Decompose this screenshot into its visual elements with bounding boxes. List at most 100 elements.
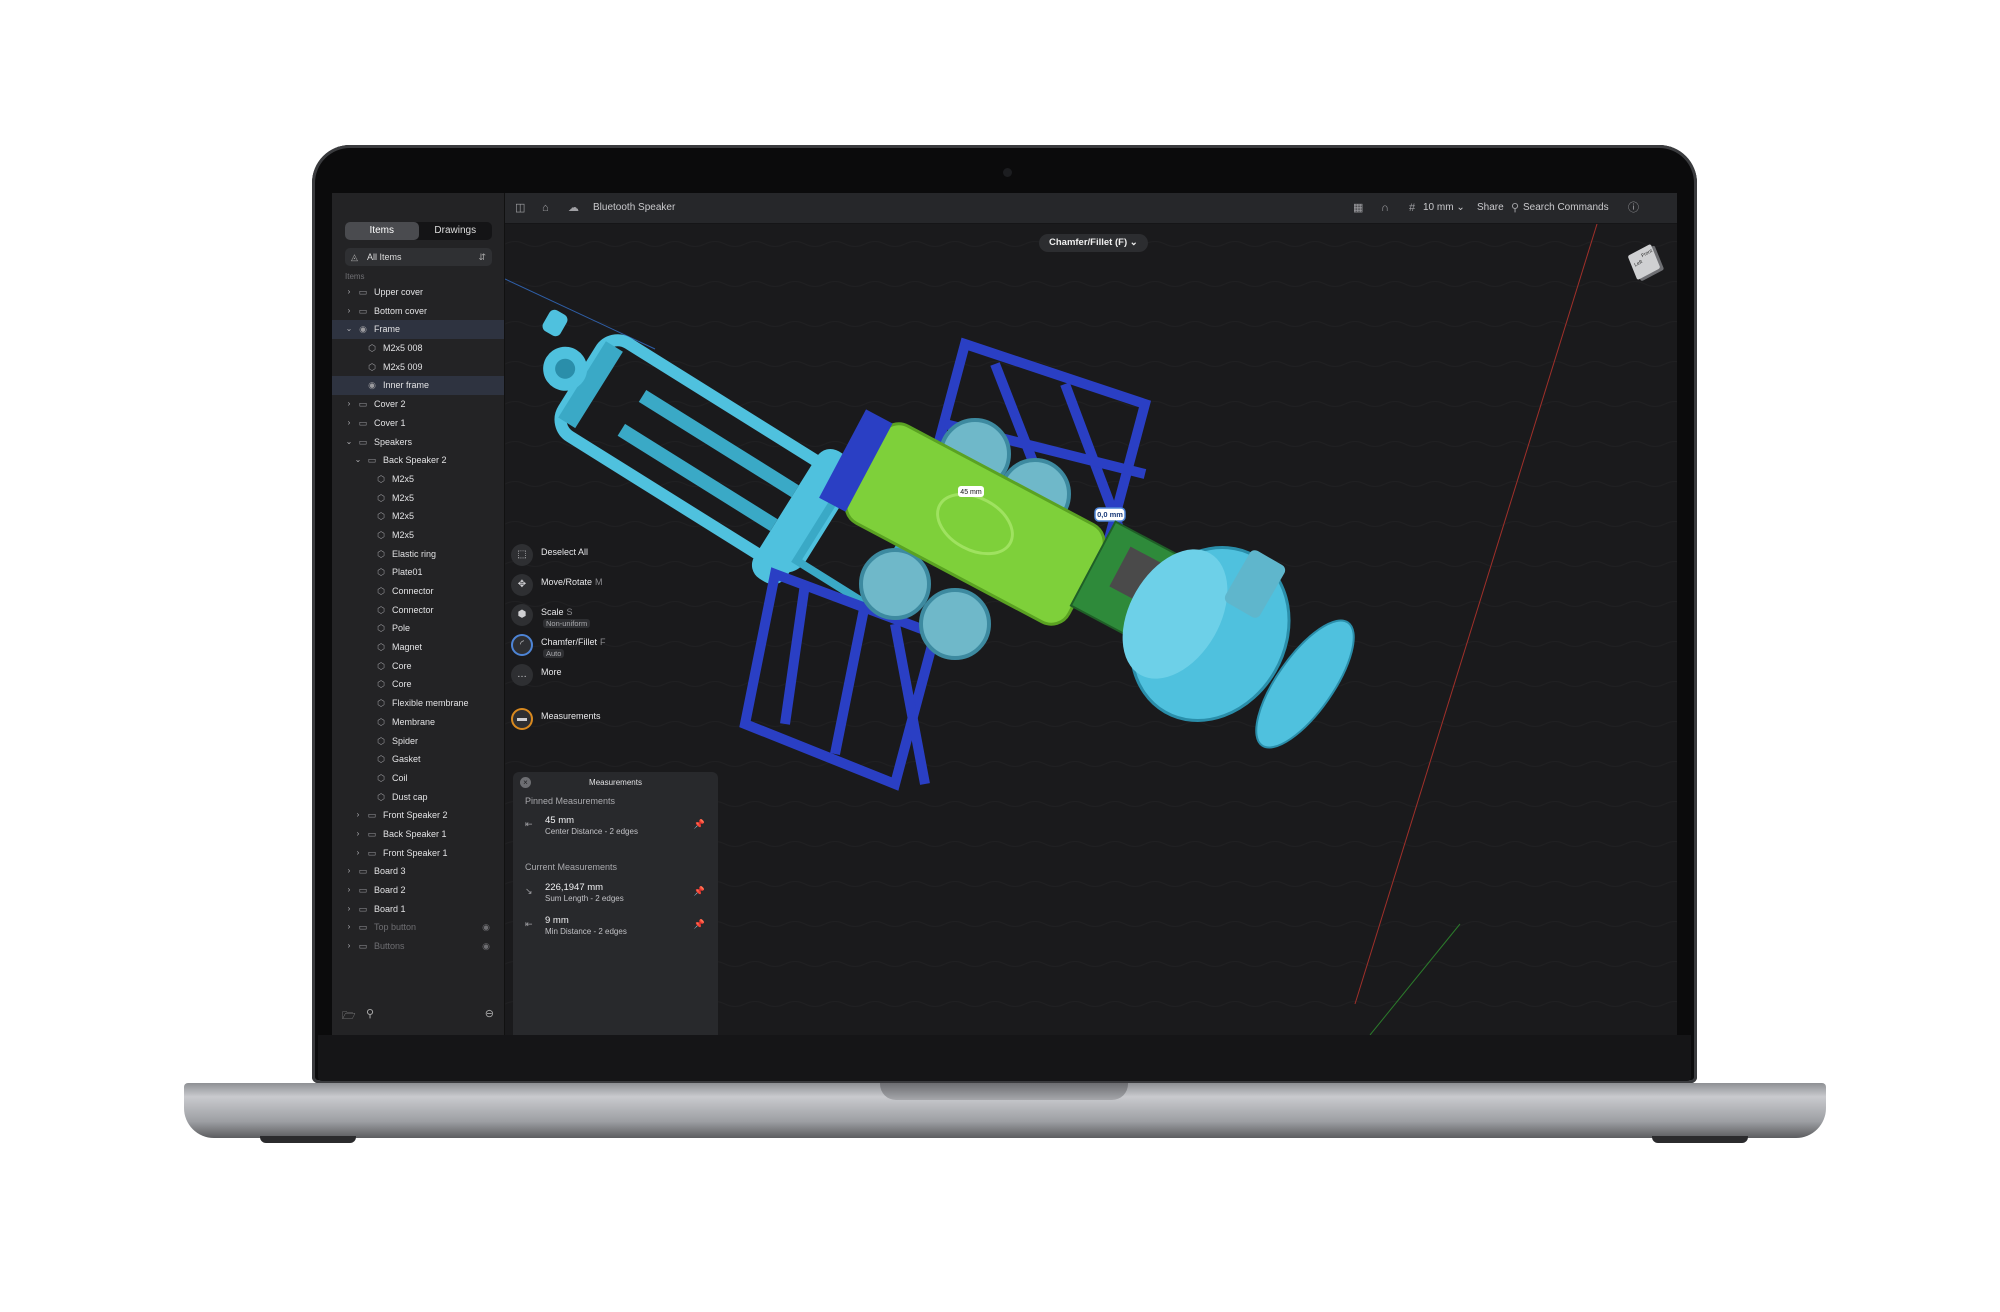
collapse-icon[interactable]: ⊖ — [485, 1007, 494, 1020]
chevron-down-icon[interactable]: ⌄ — [345, 433, 353, 452]
part-icon: ⬡ — [377, 586, 385, 596]
home-icon[interactable]: ⌂ — [542, 193, 549, 223]
tree-item[interactable]: ⬡ Flexible membrane — [332, 694, 504, 713]
tree-item[interactable]: ⬡ Core — [332, 675, 504, 694]
tree-item[interactable]: ⬡ Membrane — [332, 713, 504, 732]
tree-item[interactable]: ⬡ M2x5 — [332, 526, 504, 545]
help-icon[interactable]: ⓘ — [1628, 193, 1639, 223]
chevron-right-icon[interactable]: › — [354, 806, 362, 825]
tree-item[interactable]: › ▭ Board 3 — [332, 862, 504, 881]
tool-more[interactable]: … More — [511, 662, 671, 692]
tool-scale[interactable]: ⬢ Scale S Non-uniform — [511, 602, 671, 632]
tree-item[interactable]: › ▭ Front Speaker 1 — [332, 844, 504, 863]
active-tool-indicator[interactable]: Chamfer/Fillet (F) ⌄ — [1039, 234, 1148, 252]
sidebar-footer: 🗁 ⚲ ⊖ — [342, 1007, 494, 1022]
folder-icon: ▭ — [358, 417, 368, 428]
new-folder-icon[interactable]: 🗁 — [342, 1007, 356, 1026]
tree-item[interactable]: ⬡ Gasket — [332, 750, 504, 769]
chevron-right-icon[interactable]: › — [354, 844, 362, 863]
tree-item[interactable]: › ▭ Cover 1 — [332, 414, 504, 433]
tree-item[interactable]: ⬡ Pole — [332, 619, 504, 638]
app-screen: Items Drawings ◬ All Items ⇵ Items › ▭ Upp… — [332, 193, 1677, 1035]
chevron-right-icon[interactable]: › — [354, 825, 362, 844]
sidebar-toggle-icon[interactable]: ◫ — [515, 193, 525, 223]
tree-item[interactable]: › ▭ Upper cover — [332, 283, 504, 302]
tree-item[interactable]: ⬡ Core — [332, 657, 504, 676]
tree-item[interactable]: › ▭ Board 2 — [332, 881, 504, 900]
measurement-value: 9 mm — [545, 915, 569, 926]
tree-item-label: M2x5 — [392, 529, 415, 540]
magnet-icon[interactable]: ∩ — [1381, 193, 1389, 223]
folder-icon: ▭ — [367, 828, 377, 839]
tree-item[interactable]: › ▭ Back Speaker 1 — [332, 825, 504, 844]
layers-icon[interactable]: ▦ — [1353, 193, 1363, 223]
tree-item[interactable]: ⬡ M2x5 — [332, 507, 504, 526]
tree-item-label: Inner frame — [383, 380, 430, 391]
chevron-right-icon[interactable]: › — [345, 918, 353, 937]
tool-option[interactable]: Non-uniform — [543, 619, 591, 628]
tree-item[interactable]: ⬡ Spider — [332, 732, 504, 751]
chevron-right-icon[interactable]: › — [345, 937, 353, 956]
pinned-measurement[interactable]: ⇤ 45 mm Center Distance - 2 edges 📌 — [525, 815, 705, 841]
3d-viewport[interactable]: 45 mm 0,0 mm Chamfer/Fillet (F) ⌄ Left F… — [505, 224, 1677, 1035]
deselect-icon: ⬚ — [511, 544, 533, 566]
tree-item[interactable]: › ▭ Bottom cover — [332, 302, 504, 321]
tree-item[interactable]: ⬡ Connector — [332, 601, 504, 620]
dimension-label[interactable]: 45 mm — [958, 486, 984, 497]
fillet-value-label[interactable]: 0,0 mm — [1094, 507, 1126, 522]
cloud-icon[interactable]: ☁ — [568, 193, 579, 223]
current-measurement[interactable]: ↘ 226,1947 mm Sum Length - 2 edges 📌 — [525, 882, 705, 908]
tree-item[interactable]: ⬡ M2x5 — [332, 470, 504, 489]
tree-item[interactable]: › ▭ Buttons ◉ — [332, 937, 504, 956]
tool-move[interactable]: ✥ Move/Rotate M — [511, 572, 671, 602]
tree-item[interactable]: ⌄ ◉ Frame — [332, 320, 504, 340]
tab-drawings[interactable]: Drawings — [419, 222, 493, 240]
eye-icon[interactable]: ◉ — [482, 937, 490, 956]
pin-icon[interactable]: 📌 — [694, 919, 705, 930]
tree-item[interactable]: ⬡ Connector — [332, 582, 504, 601]
search-commands-button[interactable]: Search Commands — [1523, 193, 1609, 223]
current-measurement[interactable]: ⇤ 9 mm Min Distance - 2 edges 📌 — [525, 915, 705, 941]
tool-option[interactable]: Auto — [543, 649, 565, 658]
tree-item[interactable]: ◉ Inner frame — [332, 376, 504, 396]
tree-item[interactable]: ⬡ Magnet — [332, 638, 504, 657]
tree-item[interactable]: › ▭ Top button ◉ — [332, 918, 504, 937]
tree-item[interactable]: ⬡ Elastic ring — [332, 545, 504, 564]
chevron-down-icon[interactable]: ⌄ — [354, 451, 362, 470]
tool-ruler[interactable]: ▬ Measurements — [511, 706, 671, 736]
chevron-right-icon[interactable]: › — [345, 414, 353, 433]
tree-item[interactable]: ⬡ M2x5 008 — [332, 339, 504, 358]
pin-icon[interactable]: 📌 — [694, 819, 705, 830]
part-icon: ⬡ — [377, 548, 385, 559]
chevron-right-icon[interactable]: › — [345, 302, 353, 321]
tab-items[interactable]: Items — [345, 222, 419, 240]
tree-item[interactable]: ⬡ Coil — [332, 769, 504, 788]
chevron-right-icon[interactable]: › — [345, 900, 353, 919]
search-key-icon[interactable]: ⚲ — [366, 1007, 374, 1020]
chevron-down-icon[interactable]: ⌄ — [345, 320, 353, 339]
items-filter-select[interactable]: ◬ All Items ⇵ — [345, 248, 492, 266]
share-button[interactable]: Share — [1477, 193, 1504, 223]
chevron-right-icon[interactable]: › — [345, 881, 353, 900]
grid-icon[interactable]: # — [1409, 193, 1415, 223]
tree-item[interactable]: › ▭ Board 1 — [332, 900, 504, 919]
chevron-right-icon[interactable]: › — [345, 395, 353, 414]
chevron-right-icon[interactable]: › — [345, 862, 353, 881]
tree-item[interactable]: ⌄ ▭ Speakers — [332, 433, 504, 452]
tool-deselect[interactable]: ⬚ Deselect All — [511, 542, 671, 572]
tree-item-label: M2x5 009 — [383, 361, 423, 372]
tree-item[interactable]: ⬡ M2x5 009 — [332, 358, 504, 377]
tool-fillet[interactable]: ◜ Chamfer/Fillet F Auto — [511, 632, 671, 662]
grid-size-value: 10 mm — [1423, 202, 1454, 213]
tree-item[interactable]: ⬡ Dust cap — [332, 788, 504, 807]
tree-item[interactable]: › ▭ Front Speaker 2 — [332, 806, 504, 825]
tree-item[interactable]: › ▭ Cover 2 — [332, 395, 504, 414]
eye-icon[interactable]: ◉ — [482, 918, 490, 937]
tree-item[interactable]: ⌄ ▭ Back Speaker 2 — [332, 451, 504, 470]
pin-icon[interactable]: 📌 — [694, 886, 705, 897]
tree-item[interactable]: ⬡ M2x5 — [332, 489, 504, 508]
tree-item[interactable]: ⬡ Plate01 — [332, 563, 504, 582]
grid-size-select[interactable]: 10 mm ⌄ — [1423, 193, 1465, 223]
chevron-right-icon[interactable]: › — [345, 283, 353, 302]
laptop-foot — [260, 1136, 356, 1143]
